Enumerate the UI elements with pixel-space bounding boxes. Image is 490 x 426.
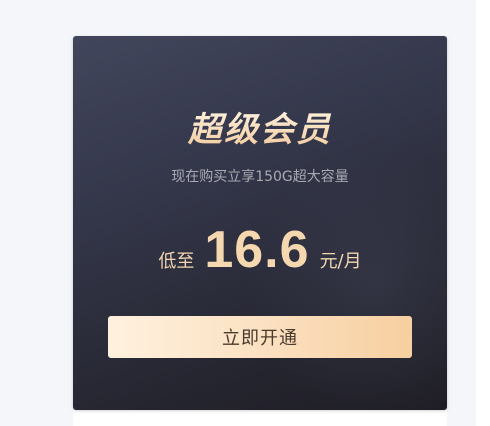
price-value: 16.6 [204, 221, 310, 279]
membership-subtitle: 现在购买立享150G超大容量 [171, 169, 349, 185]
side-panel-edge [476, 0, 490, 426]
price-unit: 元/月 [319, 251, 362, 272]
price-prefix: 低至 [158, 251, 195, 272]
membership-title: 超级会员 [73, 108, 447, 152]
activate-now-button[interactable]: 立即开通 [108, 316, 412, 358]
activate-now-label: 立即开通 [222, 328, 298, 349]
card-footer-edge [73, 410, 447, 426]
price-row: 低至 16.6 元/月 [73, 220, 447, 280]
super-member-card: 超级会员 现在购买立享150G超大容量 低至 16.6 元/月 立即开通 [73, 36, 447, 410]
